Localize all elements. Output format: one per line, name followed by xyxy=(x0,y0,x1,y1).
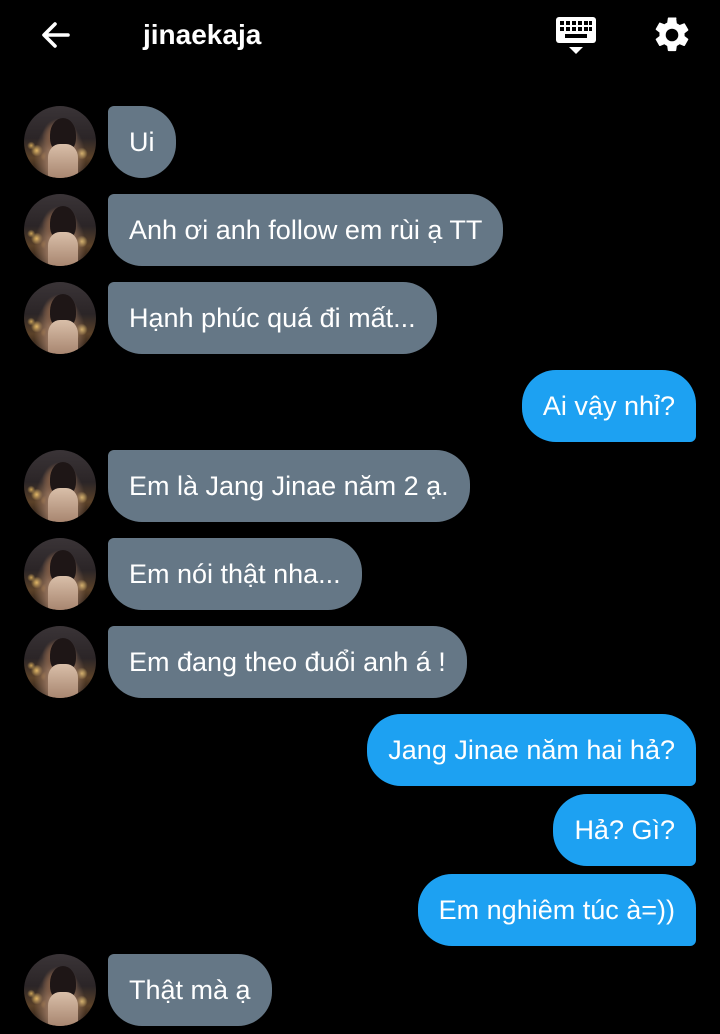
incoming-message-bubble[interactable]: Em nói thật nha... xyxy=(108,538,362,610)
arrow-left-icon xyxy=(42,22,70,48)
avatar[interactable] xyxy=(24,626,96,698)
message-row: Em là Jang Jinae năm 2 ạ. xyxy=(0,450,720,522)
incoming-message-bubble[interactable]: Em là Jang Jinae năm 2 ạ. xyxy=(108,450,470,522)
message-row: Anh ơi anh follow em rùi ạ TT xyxy=(0,194,720,266)
outgoing-message-bubble[interactable]: Ai vậy nhỉ? xyxy=(521,370,696,442)
avatar[interactable] xyxy=(24,282,96,354)
incoming-message-bubble[interactable]: Ui xyxy=(108,106,176,178)
message-row: Ai vậy nhỉ? xyxy=(0,370,720,442)
settings-button[interactable] xyxy=(648,12,696,58)
message-row: Thật mà ạ xyxy=(0,954,720,1026)
avatar[interactable] xyxy=(24,538,96,610)
message-row: Hạnh phúc quá đi mất... xyxy=(0,282,720,354)
avatar[interactable] xyxy=(24,106,96,178)
incoming-message-bubble[interactable]: Anh ơi anh follow em rùi ạ TT xyxy=(108,194,504,266)
incoming-message-bubble[interactable]: Thật mà ạ xyxy=(108,954,272,1026)
message-row: Em nói thật nha... xyxy=(0,538,720,610)
conversation-title: jinaekaja xyxy=(143,19,262,50)
message-row: Em nghiêm túc à=)) xyxy=(0,874,720,946)
message-row: Em đang theo đuổi anh á ! xyxy=(0,626,720,698)
keyboard-button[interactable] xyxy=(550,12,602,58)
outgoing-message-bubble[interactable]: Jang Jinae năm hai hả? xyxy=(367,714,696,786)
message-row: Ui xyxy=(0,106,720,178)
incoming-message-bubble[interactable]: Em đang theo đuổi anh á ! xyxy=(108,626,467,698)
outgoing-message-bubble[interactable]: Em nghiêm túc à=)) xyxy=(417,874,696,946)
back-button[interactable] xyxy=(32,14,80,56)
outgoing-message-bubble[interactable]: Hả? Gì? xyxy=(553,794,696,866)
avatar[interactable] xyxy=(24,954,96,1026)
message-row: Hả? Gì? xyxy=(0,794,720,866)
gear-icon xyxy=(655,17,689,52)
message-row: Jang Jinae năm hai hả? xyxy=(0,714,720,786)
top-bar: jinaekaja xyxy=(0,0,720,72)
avatar[interactable] xyxy=(24,194,96,266)
incoming-message-bubble[interactable]: Hạnh phúc quá đi mất... xyxy=(108,282,437,354)
avatar[interactable] xyxy=(24,450,96,522)
keyboard-icon xyxy=(556,17,596,54)
